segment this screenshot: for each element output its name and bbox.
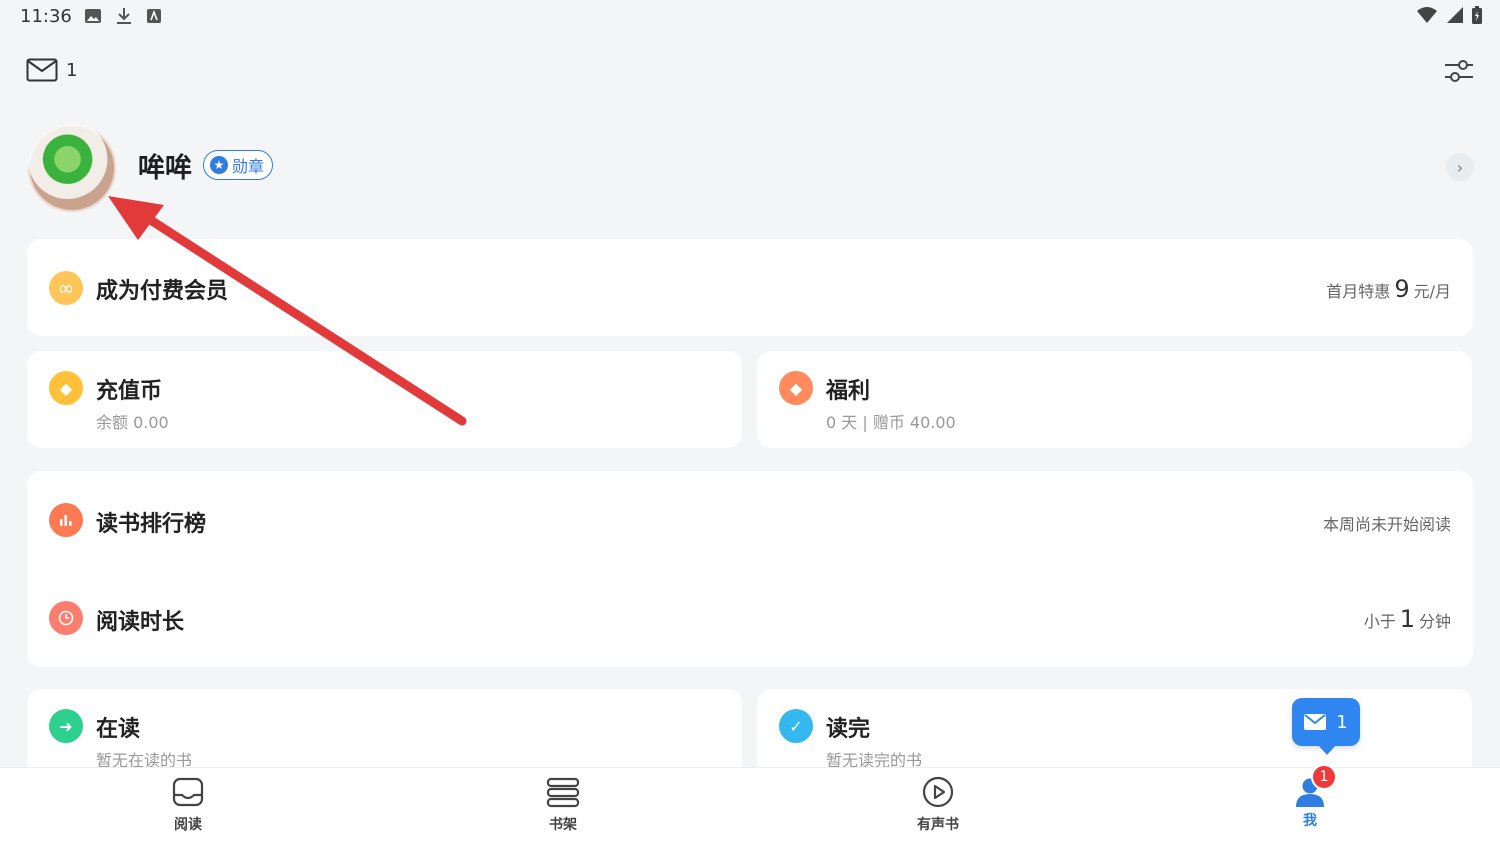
tab-read-label: 阅读 [174,817,202,833]
annotation-arrow [108,196,467,426]
tab-bookshelf[interactable]: 书架 [503,776,623,834]
tab-audiobooks[interactable]: 有声书 [878,776,998,834]
tab-audiobooks-label: 有声书 [917,817,959,833]
book-tray-icon [172,777,204,807]
tab-read[interactable]: 阅读 [128,776,248,834]
play-circle-icon [922,776,954,808]
tab-me-label: 我 [1303,813,1317,829]
me-badge: 1 [1311,764,1337,790]
tab-bookshelf-label: 书架 [549,817,577,833]
bookshelf-icon [546,777,580,808]
tab-me[interactable]: 1 我 [1250,764,1370,830]
bottom-tab-bar: 阅读 书架 有声书 1 我 [0,764,1500,845]
